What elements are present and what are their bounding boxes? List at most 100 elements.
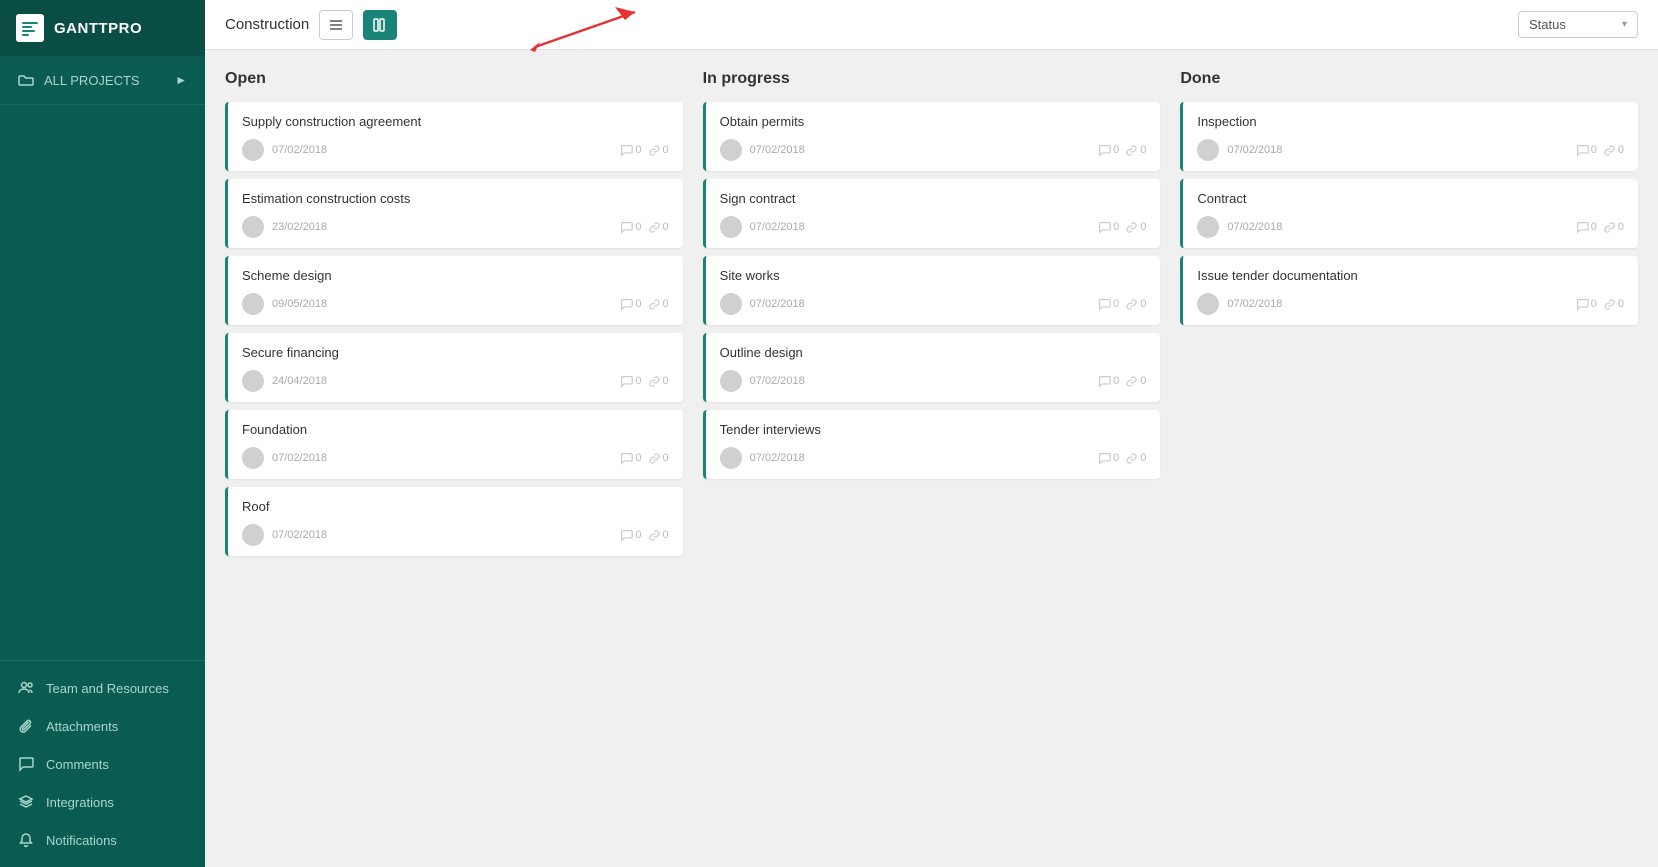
comment-count: 0 — [620, 221, 641, 234]
task-title: Contract — [1197, 191, 1624, 206]
status-dropdown[interactable]: Status ▾ — [1518, 11, 1638, 38]
link-icon — [1603, 221, 1616, 234]
comment-number: 0 — [1591, 298, 1597, 310]
sidebar-item-integrations[interactable]: Integrations — [0, 783, 205, 821]
link-icon — [648, 144, 661, 157]
comment-count: 0 — [1098, 221, 1119, 234]
comment-count: 0 — [1098, 375, 1119, 388]
column-in-progress: In progressObtain permits07/02/2018 0 0 … — [703, 70, 1181, 847]
avatar — [242, 293, 264, 315]
link-number: 0 — [663, 221, 669, 233]
comment-icon — [1576, 144, 1589, 157]
sidebar-item-comments[interactable]: Comments — [0, 745, 205, 783]
comment-number: 0 — [635, 298, 641, 310]
comment-icon — [1098, 144, 1111, 157]
list-view-button[interactable] — [319, 10, 353, 40]
comment-icon — [1576, 221, 1589, 234]
integrations-label: Integrations — [46, 795, 114, 810]
link-icon — [648, 529, 661, 542]
column-header-done: Done — [1180, 70, 1638, 88]
task-card[interactable]: Estimation construction costs23/02/2018 … — [225, 179, 683, 248]
topbar: Construction Status — [205, 0, 1658, 50]
comment-number: 0 — [1591, 144, 1597, 156]
avatar — [720, 216, 742, 238]
avatar — [242, 447, 264, 469]
attachments-label: Attachments — [46, 719, 118, 734]
avatar — [1197, 139, 1219, 161]
task-title: Secure financing — [242, 345, 669, 360]
task-icons: 0 0 — [1576, 221, 1624, 234]
task-date: 07/02/2018 — [750, 298, 1090, 310]
comment-number: 0 — [635, 144, 641, 156]
task-date: 07/02/2018 — [750, 452, 1090, 464]
link-number: 0 — [663, 144, 669, 156]
sidebar-item-team[interactable]: Team and Resources — [0, 669, 205, 707]
task-icons: 0 0 — [620, 144, 668, 157]
comment-count: 0 — [1576, 144, 1597, 157]
comment-number: 0 — [1591, 221, 1597, 233]
column-header-open: Open — [225, 70, 683, 88]
sidebar-bottom: Team and Resources Attachments Comments … — [0, 660, 205, 867]
comment-number: 0 — [1113, 452, 1119, 464]
task-card[interactable]: Tender interviews07/02/2018 0 0 — [703, 410, 1161, 479]
task-card[interactable]: Roof07/02/2018 0 0 — [225, 487, 683, 556]
link-count: 0 — [648, 144, 669, 157]
task-card[interactable]: Secure financing24/04/2018 0 0 — [225, 333, 683, 402]
avatar — [720, 447, 742, 469]
avatar — [242, 370, 264, 392]
link-number: 0 — [1618, 298, 1624, 310]
folder-icon — [18, 72, 34, 88]
link-number: 0 — [1618, 144, 1624, 156]
comment-number: 0 — [1113, 375, 1119, 387]
task-card[interactable]: Issue tender documentation07/02/2018 0 0 — [1180, 256, 1638, 325]
board-view-button[interactable] — [363, 10, 397, 40]
task-card[interactable]: Contract07/02/2018 0 0 — [1180, 179, 1638, 248]
task-card[interactable]: Scheme design 09/05/2018 0 0 — [225, 256, 683, 325]
task-title: Sign contract — [720, 191, 1147, 206]
task-card[interactable]: Foundation07/02/2018 0 0 — [225, 410, 683, 479]
comment-number: 0 — [1113, 298, 1119, 310]
link-icon — [1125, 144, 1138, 157]
task-card[interactable]: Site works07/02/2018 0 0 — [703, 256, 1161, 325]
comment-icon — [18, 756, 34, 772]
task-date: 07/02/2018 — [750, 375, 1090, 387]
task-icons: 0 0 — [620, 529, 668, 542]
comment-count: 0 — [1576, 298, 1597, 311]
link-icon — [648, 221, 661, 234]
link-icon — [1125, 221, 1138, 234]
task-icons: 0 0 — [620, 221, 668, 234]
task-card[interactable]: Obtain permits07/02/2018 0 0 — [703, 102, 1161, 171]
task-date: 24/04/2018 — [272, 375, 612, 387]
comment-count: 0 — [620, 144, 641, 157]
avatar — [1197, 293, 1219, 315]
link-number: 0 — [663, 529, 669, 541]
link-count: 0 — [648, 375, 669, 388]
sidebar-all-projects[interactable]: ALL PROJECTS ► — [0, 56, 205, 105]
link-number: 0 — [1140, 375, 1146, 387]
link-number: 0 — [1140, 144, 1146, 156]
all-projects-label: ALL PROJECTS — [44, 73, 140, 88]
task-title: Issue tender documentation — [1197, 268, 1624, 283]
task-title: Scheme design — [242, 268, 669, 283]
task-icons: 0 0 — [1098, 221, 1146, 234]
comments-label: Comments — [46, 757, 109, 772]
avatar — [242, 216, 264, 238]
task-date: 09/05/2018 — [272, 298, 612, 310]
sidebar-item-attachments[interactable]: Attachments — [0, 707, 205, 745]
comment-count: 0 — [620, 452, 641, 465]
task-card[interactable]: Sign contract07/02/2018 0 0 — [703, 179, 1161, 248]
link-count: 0 — [1125, 375, 1146, 388]
column-open: Open Supply construction agreement07/02/2… — [225, 70, 703, 847]
task-card[interactable]: Supply construction agreement07/02/2018 … — [225, 102, 683, 171]
task-date: 07/02/2018 — [272, 452, 612, 464]
comment-count: 0 — [1098, 298, 1119, 311]
task-title: Site works — [720, 268, 1147, 283]
task-card[interactable]: Outline design07/02/2018 0 0 — [703, 333, 1161, 402]
comment-icon — [1098, 452, 1111, 465]
task-card[interactable]: Inspection07/02/2018 0 0 — [1180, 102, 1638, 171]
sidebar-logo: GANTTPRO — [0, 0, 205, 56]
task-icons: 0 0 — [1098, 452, 1146, 465]
sidebar-item-notifications[interactable]: Notifications — [0, 821, 205, 859]
layers-icon — [18, 794, 34, 810]
link-number: 0 — [663, 298, 669, 310]
